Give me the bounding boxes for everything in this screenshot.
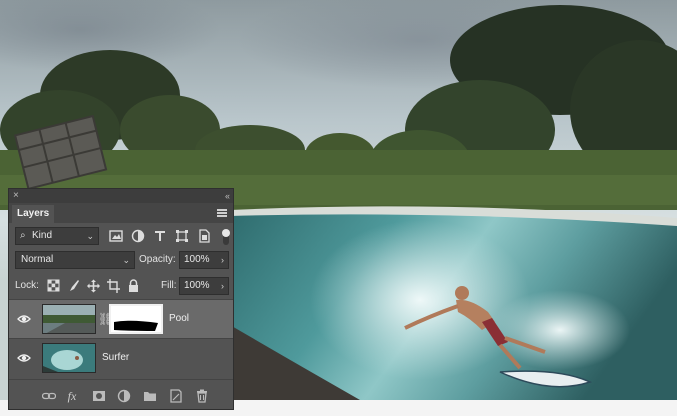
eye-icon[interactable] — [17, 312, 31, 326]
adjustment-layer-filter-icon[interactable] — [131, 229, 145, 243]
chevron-down-icon: ⌄ — [86, 231, 94, 241]
layer-filter-kind-select[interactable]: ⌕ Kind ⌄ — [15, 227, 99, 245]
lock-position-icon[interactable] — [87, 279, 100, 293]
tab-layers[interactable]: Layers — [12, 205, 55, 223]
chevron-down-icon: ⌄ — [122, 255, 130, 265]
divider — [9, 379, 233, 380]
fx-icon[interactable]: fx — [65, 389, 79, 403]
layer-mask-thumbnail-pool[interactable] — [109, 304, 163, 334]
layer-row-pool[interactable]: ⛓ Pool — [9, 300, 233, 338]
chevron-down-icon: › — [221, 281, 224, 291]
panel-menu-icon[interactable] — [217, 209, 227, 217]
add-mask-icon[interactable] — [92, 389, 106, 403]
layer-thumbnail-surfer[interactable] — [42, 343, 96, 373]
search-icon: ⌕ — [20, 230, 26, 241]
filter-toggle-switch[interactable] — [220, 227, 232, 247]
fill-label: Fill: — [161, 280, 177, 291]
panel-title-bar[interactable]: × ‹‹ — [9, 189, 233, 203]
close-panel-button[interactable]: × — [13, 190, 19, 202]
eye-icon[interactable] — [17, 351, 31, 365]
layer-thumbnail-pool[interactable] — [42, 304, 96, 334]
layer-row-surfer[interactable]: Surfer — [9, 339, 233, 377]
lock-all-icon[interactable] — [127, 279, 140, 293]
opacity-input[interactable]: 100% › — [179, 251, 229, 269]
opacity-value: 100% — [184, 254, 210, 265]
adjustment-layer-icon[interactable] — [117, 389, 131, 403]
layer-name-surfer[interactable]: Surfer — [102, 351, 129, 365]
filter-kind-label: Kind — [32, 230, 53, 241]
panel-tab-bar: Layers — [9, 203, 233, 223]
layers-panel: × ‹‹ Layers ⌕ Kind ⌄ Normal ⌄ Opacity: 1… — [8, 188, 234, 410]
link-layers-icon[interactable] — [42, 389, 56, 403]
layer-name-pool[interactable]: Pool — [169, 312, 189, 326]
fill-value: 100% — [184, 280, 210, 291]
type-layer-filter-icon[interactable] — [153, 229, 167, 243]
blend-mode-select[interactable]: Normal ⌄ — [15, 251, 135, 269]
fill-input[interactable]: 100% › — [179, 277, 229, 295]
lock-label: Lock: — [15, 280, 39, 291]
chevron-down-icon: › — [221, 255, 224, 265]
new-group-icon[interactable] — [143, 389, 157, 403]
opacity-label: Opacity: — [139, 254, 176, 265]
blend-mode-value: Normal — [21, 254, 54, 265]
trash-icon[interactable] — [195, 389, 209, 403]
new-layer-icon[interactable] — [169, 389, 183, 403]
collapse-panel-button[interactable]: ‹‹ — [225, 190, 230, 202]
smart-object-filter-icon[interactable] — [197, 229, 211, 243]
shape-layer-filter-icon[interactable] — [175, 229, 189, 243]
lock-transparent-pixels-icon[interactable] — [47, 279, 60, 293]
lock-image-pixels-icon[interactable] — [67, 279, 80, 293]
lock-artboard-icon[interactable] — [107, 279, 120, 293]
pixel-layer-filter-icon[interactable] — [109, 229, 123, 243]
